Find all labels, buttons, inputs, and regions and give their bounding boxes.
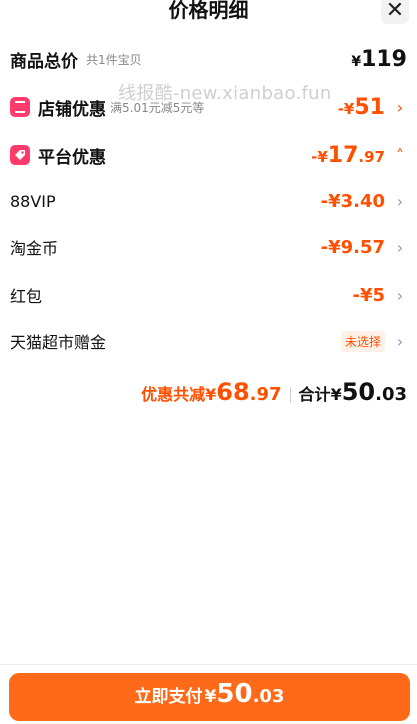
- platform-discount-label: 平台优惠: [38, 147, 106, 168]
- redpacket-label: 红包: [10, 287, 43, 306]
- store-discount-row[interactable]: 店铺优惠 满5.01元减5元等 -¥51 ›: [10, 92, 407, 122]
- pay-button-int: 50: [216, 679, 253, 709]
- platform-discount-row[interactable]: 平台优惠 -¥17.97 ˄: [10, 140, 407, 170]
- discount-total-label: 优惠共减: [141, 385, 206, 404]
- pay-button-label: 立即支付: [134, 687, 203, 707]
- pay-button-yen: ¥: [204, 687, 217, 707]
- tag-icon: [10, 145, 30, 165]
- divider: [0, 664, 417, 665]
- chevron-right-icon: ›: [396, 331, 404, 351]
- goods-total-value: ¥119: [351, 46, 407, 72]
- status-badge: 未选择: [340, 330, 385, 352]
- discount-total-dec: .97: [249, 384, 282, 405]
- chevron-right-icon: ›: [396, 285, 404, 305]
- total-dec: .03: [375, 384, 407, 405]
- tmall-gift-row[interactable]: 天猫超市赠金 未选择 ›: [10, 326, 407, 356]
- pay-now-button[interactable]: 立即支付 ¥ 50 .03: [9, 673, 410, 721]
- goods-count: 共1件宝贝: [86, 52, 142, 67]
- price-summary: 优惠共减 ¥ 68 .97 合计 ¥ 50 .03: [0, 378, 407, 412]
- chevron-right-icon: ›: [396, 97, 404, 117]
- total-yen: ¥: [330, 385, 342, 404]
- chevron-right-icon: ›: [396, 191, 404, 211]
- goods-total-row: 商品总价 共1件宝贝 ¥119: [10, 44, 407, 74]
- chevron-right-icon: ›: [396, 237, 404, 257]
- store-discount-desc: 满5.01元减5元等: [110, 100, 205, 115]
- chevron-up-icon: ˄: [396, 145, 404, 165]
- store-discount-value: -¥51: [337, 94, 385, 120]
- discount-yen: ¥: [205, 385, 217, 404]
- total-int: 50: [341, 378, 376, 406]
- tmall-gift-label: 天猫超市赠金: [10, 333, 107, 352]
- close-button[interactable]: ✕: [381, 0, 409, 24]
- close-icon: ✕: [385, 0, 405, 23]
- store-discount-label: 店铺优惠: [38, 99, 106, 120]
- vip-value: -¥3.40: [320, 190, 385, 212]
- list-item[interactable]: 红包 -¥5 ›: [10, 280, 407, 310]
- coin-label: 淘金币: [10, 239, 59, 258]
- total-label: 合计: [298, 385, 331, 404]
- goods-total-label: 商品总价: [10, 51, 78, 72]
- platform-discount-value: -¥17.97: [311, 142, 385, 168]
- list-item[interactable]: 淘金币 -¥9.57 ›: [10, 232, 407, 262]
- page-title: 价格明细: [168, 0, 249, 22]
- divider: [289, 387, 291, 403]
- coin-value: -¥9.57: [320, 236, 385, 258]
- list-item[interactable]: 88VIP -¥3.40 ›: [10, 186, 407, 216]
- vip-label: 88VIP: [10, 191, 56, 211]
- store-icon: [10, 97, 30, 117]
- discount-total-int: 68: [216, 378, 250, 406]
- redpacket-value: -¥5: [352, 284, 385, 306]
- pay-button-dec: .03: [252, 686, 285, 707]
